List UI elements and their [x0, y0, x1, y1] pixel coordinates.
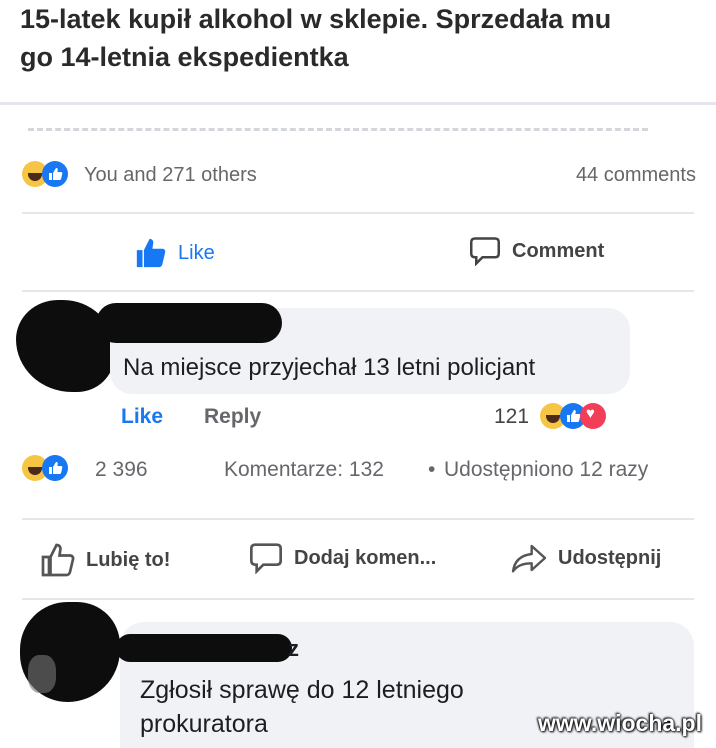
comment-icon — [250, 543, 282, 574]
like-reaction-icon — [42, 161, 68, 187]
post-headline-line2: go 14-letnia ekspedientka — [20, 42, 349, 72]
outer-reaction-icons — [22, 455, 68, 481]
thumbs-up-outline-icon — [41, 543, 75, 577]
add-comment-label: Dodaj komen... — [294, 546, 437, 569]
add-comment-button[interactable]: Dodaj komen... — [248, 542, 436, 574]
avatar-glasses — [28, 655, 56, 693]
post-headline-line1: 15-latek kupił alkohol w sklepie. Sprzed… — [20, 4, 612, 34]
divider — [22, 212, 694, 214]
share-label: Udostępnij — [558, 546, 662, 569]
outer-shares-text[interactable]: Udostępniono 12 razy — [444, 458, 648, 482]
share-arrow-icon — [511, 544, 547, 573]
comment-text-line2: prokuratora — [140, 710, 268, 738]
lubie-to-label: Lubię to! — [86, 548, 171, 571]
comment-label: Comment — [512, 239, 605, 262]
lubie-to-button[interactable]: Lubię to! — [40, 542, 170, 578]
comment-like-link[interactable]: Like — [121, 405, 163, 429]
redacted-name — [116, 634, 292, 662]
like-reaction-icon — [42, 455, 68, 481]
like-button[interactable]: Like — [134, 236, 215, 270]
watermark: www.wiocha.pl — [538, 710, 702, 736]
comment-text-line1: Zgłosił sprawę do 12 letniego — [140, 676, 464, 704]
divider — [22, 598, 694, 600]
divider — [22, 518, 694, 520]
comments-count[interactable]: 44 comments — [576, 164, 696, 187]
outer-reaction-count[interactable]: 2 396 — [95, 458, 148, 482]
reactions-text[interactable]: You and 271 others — [84, 164, 257, 187]
love-icon — [580, 403, 606, 429]
comment-text: Na miejsce przyjechał 13 letni policjant — [123, 354, 536, 381]
thumbs-up-icon — [136, 238, 166, 268]
outer-comments-text[interactable]: Komentarze: 132 — [224, 458, 384, 482]
share-button[interactable]: Udostępnij — [510, 542, 661, 574]
comment-button[interactable]: Comment — [468, 236, 604, 266]
comment-reaction-count[interactable]: 121 — [494, 405, 529, 429]
like-label: Like — [178, 241, 215, 264]
comment-reply-link[interactable]: Reply — [204, 405, 261, 429]
comment-icon — [470, 237, 500, 266]
divider — [0, 102, 716, 105]
separator-dot: • — [428, 458, 436, 481]
comment-reaction-icons — [540, 403, 606, 429]
author-name-fragment: z — [288, 636, 299, 661]
faded-row — [28, 128, 648, 135]
divider — [22, 290, 694, 292]
reaction-icons — [22, 161, 68, 187]
redacted-name — [96, 303, 282, 343]
